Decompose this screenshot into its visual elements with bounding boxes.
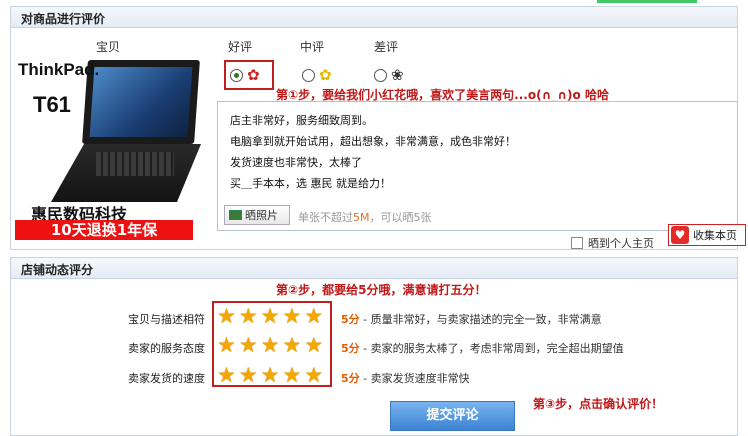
wilted-flower-icon: ❀ — [391, 65, 404, 84]
shop-section-frame — [10, 279, 738, 436]
rating-bad-radio[interactable] — [374, 68, 387, 82]
star-icon[interactable]: ★ — [261, 334, 280, 356]
step3-instruction: 第③步，点击确认评价！ — [533, 397, 664, 411]
shop-tagline: 10天退换1年保 — [15, 220, 193, 240]
photo-hint: 单张不超过5M，可以晒5张 — [298, 211, 432, 224]
star-icon[interactable]: ★ — [217, 334, 236, 356]
star-icon[interactable]: ★ — [261, 305, 280, 327]
product-model: T61 — [33, 92, 71, 117]
product-brand: ThinkPad. — [18, 60, 100, 79]
score-label-shipping: 卖家发货的速度 — [128, 372, 205, 385]
share-label: 晒到个人主页 — [588, 237, 654, 250]
score-text-description: 5分 - 质量非常好，与卖家描述的完全一致，非常满意 — [341, 313, 602, 326]
star-icon[interactable]: ★ — [304, 305, 323, 327]
submit-review-button[interactable]: 提交评论 — [390, 401, 515, 431]
star-icon[interactable]: ★ — [261, 364, 280, 386]
column-bad: 差评 — [374, 40, 399, 54]
review-textarea[interactable]: 店主非常好，服务细致周到。 电脑拿到就开始试用，超出想象，非常满意，成色非常好！… — [217, 101, 738, 231]
upload-photo-label: 晒照片 — [245, 209, 278, 222]
collect-label: 收集本页 — [693, 229, 737, 242]
star-icon[interactable]: ★ — [239, 334, 258, 356]
product-image[interactable]: ThinkPad. T61 惠民数码科技 10天退换1年保 — [15, 56, 211, 240]
review-line: 发货速度也非常快，太棒了 — [230, 156, 362, 169]
star-icon[interactable]: ★ — [282, 364, 301, 386]
star-icon[interactable]: ★ — [304, 334, 323, 356]
heart-icon: ♥ — [671, 226, 689, 244]
shop-section-title: 店铺动态评分 — [21, 263, 94, 277]
laptop-screen — [82, 60, 200, 144]
score-text-shipping: 5分 - 卖家发货速度非常快 — [341, 372, 470, 385]
column-good: 好评 — [228, 40, 253, 54]
top-accent-bar — [597, 0, 697, 3]
photo-icon — [229, 210, 242, 220]
score-label-service: 卖家的服务态度 — [128, 342, 205, 355]
star-icon[interactable]: ★ — [304, 364, 323, 386]
star-rating-service[interactable]: ★ ★ ★ ★ ★ — [217, 334, 323, 356]
flower-icon: ✿ — [247, 65, 260, 84]
review-line: 电脑拿到就开始试用，超出想象，非常满意，成色非常好！ — [230, 135, 516, 148]
upload-photo-button[interactable]: 晒照片 — [224, 205, 290, 225]
review-section-header: 对商品进行评价 — [10, 6, 738, 28]
score-text-service: 5分 - 卖家的服务太棒了，考虑非常周到，完全超出期望值 — [341, 342, 624, 355]
step2-instruction: 第②步，都要给5分哦，满意请打五分！ — [276, 283, 487, 297]
rating-good[interactable]: ✿ — [230, 64, 260, 86]
shop-section-header: 店铺动态评分 — [10, 257, 738, 279]
star-icon[interactable]: ★ — [239, 305, 258, 327]
laptop-base — [51, 144, 201, 202]
review-line: 买＿手本本，选 惠民 就是给力！ — [230, 177, 391, 190]
star-icon[interactable]: ★ — [239, 364, 258, 386]
star-rating-description[interactable]: ★ ★ ★ ★ ★ — [217, 305, 323, 327]
score-label-description: 宝贝与描述相符 — [128, 313, 205, 326]
column-neutral: 中评 — [300, 40, 325, 54]
flower-icon: ✿ — [319, 65, 332, 84]
rating-neutral[interactable]: ✿ — [302, 64, 332, 86]
star-icon[interactable]: ★ — [282, 305, 301, 327]
star-icon[interactable]: ★ — [217, 364, 236, 386]
rating-bad[interactable]: ❀ — [374, 64, 404, 86]
review-line: 店主非常好，服务细致周到。 — [230, 114, 373, 127]
rating-neutral-radio[interactable] — [302, 68, 315, 82]
star-icon[interactable]: ★ — [282, 334, 301, 356]
rating-good-radio[interactable] — [230, 68, 243, 82]
star-rating-shipping[interactable]: ★ ★ ★ ★ ★ — [217, 364, 323, 386]
collect-page-button[interactable]: ♥ 收集本页 — [668, 224, 746, 246]
share-to-homepage[interactable]: 晒到个人主页 — [571, 235, 654, 251]
star-icon[interactable]: ★ — [217, 305, 236, 327]
column-item: 宝贝 — [96, 40, 121, 54]
share-checkbox[interactable] — [571, 237, 583, 249]
review-section-title: 对商品进行评价 — [21, 12, 106, 26]
